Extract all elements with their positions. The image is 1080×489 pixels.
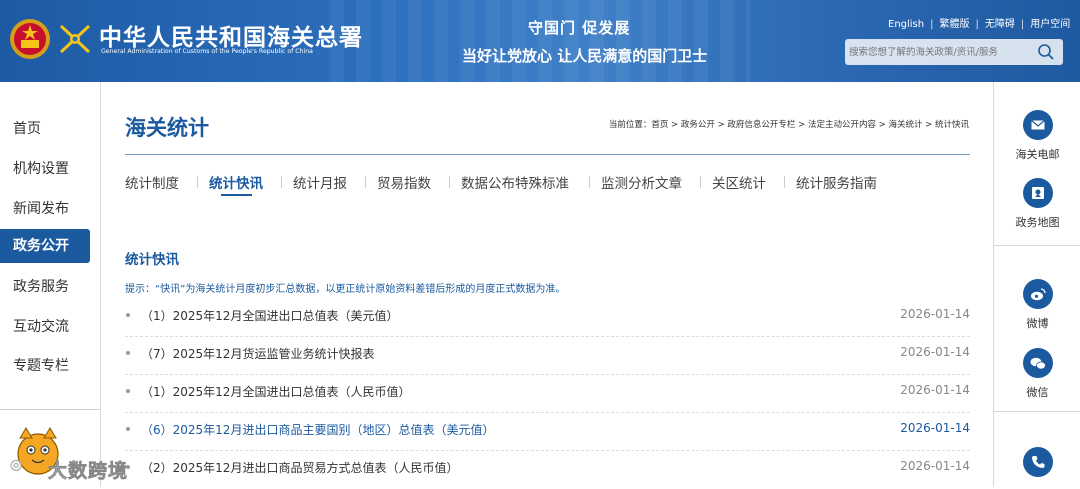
list-item-title[interactable]: （1）2025年12月全国进出口总值表（美元值）: [141, 307, 398, 324]
nav-item-government-affairs[interactable]: 政务公开: [0, 229, 90, 263]
tab-statistics-flash[interactable]: 统计快讯: [209, 172, 263, 192]
user-space-link[interactable]: 用户空间: [1030, 19, 1070, 30]
tab-special-standard[interactable]: 数据公布特殊标准: [461, 172, 569, 192]
section-title: 统计快讯: [125, 252, 179, 268]
tab-statistics-system[interactable]: 统计制度: [125, 172, 179, 192]
national-emblem-icon[interactable]: [9, 16, 51, 62]
tab-separator: [281, 176, 282, 188]
english-link[interactable]: English: [888, 19, 924, 30]
page-title: 海关统计: [125, 115, 209, 140]
title-divider: [125, 154, 970, 155]
tab-service-guide[interactable]: 统计服务指南: [796, 172, 877, 192]
rb-label: 海关电邮: [1015, 148, 1060, 161]
nav-item-news[interactable]: 新闻发布: [0, 192, 90, 226]
list-item-title[interactable]: （6）2025年12月进出口商品主要国别（地区）总值表（美元值）: [141, 421, 494, 438]
tip-text: 提示：“快讯”为海关统计月度初步汇总数据，以更正统计原始资料差错后形成的月度正式…: [125, 284, 566, 295]
tab-district-statistics[interactable]: 关区统计: [712, 172, 766, 192]
breadcrumb[interactable]: 当前位置：首页 > 政务公开 > 政府信息公开专栏 > 法定主动公开内容 > 海…: [609, 118, 969, 130]
tab-separator: [700, 176, 701, 188]
link-separator: |: [975, 19, 979, 30]
site-header: 中华人民共和国海关总署 General Administration of Cu…: [0, 0, 1080, 82]
wechat-link[interactable]: 微信: [994, 348, 1080, 400]
nav-item-topics[interactable]: 专题专栏: [0, 349, 90, 383]
slogan-line2: 当好让党放心 让人民满意的国门卫士: [462, 47, 708, 65]
list-item-title[interactable]: （7）2025年12月货运监管业务统计快报表: [141, 345, 374, 362]
rb-divider: [994, 411, 1080, 412]
search-input[interactable]: [849, 44, 1029, 60]
watermark-text: 大数跨境: [48, 460, 129, 483]
list-item[interactable]: （2）2025年12月进出口商品贸易方式总值表（人民币值） 2026-01-14: [125, 451, 970, 489]
rb-label: 微信: [1026, 386, 1049, 399]
rb-label: 政务地图: [1015, 216, 1060, 229]
site-subtitle: General Administration of Customs of the…: [101, 48, 313, 55]
bullet-icon: [126, 313, 130, 317]
slogan-line1: 守国门 促发展: [528, 19, 631, 37]
list-item-date: 2026-01-14: [900, 421, 970, 435]
link-separator: |: [1020, 19, 1025, 30]
government-map-link[interactable]: 政务地图: [994, 178, 1080, 230]
tab-monthly-report[interactable]: 统计月报: [293, 172, 347, 192]
rb-label: 微博: [1026, 317, 1049, 330]
header-background: [330, 0, 750, 82]
search-icon[interactable]: [1037, 43, 1055, 61]
nav-item-interaction[interactable]: 互动交流: [0, 310, 90, 344]
tab-separator: [784, 176, 785, 188]
traditional-link[interactable]: 繁體版: [939, 19, 969, 30]
accessibility-link[interactable]: 无障碍: [985, 19, 1015, 30]
tab-separator: [365, 176, 366, 188]
weibo-link[interactable]: 微博: [994, 279, 1080, 331]
tab-trade-index[interactable]: 贸易指数: [377, 172, 431, 192]
top-links: English | 繁體版 | 无障碍 | 用户空间: [888, 15, 1070, 30]
tab-separator: [589, 176, 590, 188]
nav-item-services[interactable]: 政务服务: [0, 270, 90, 304]
main-content: 海关统计 当前位置：首页 > 政务公开 > 政府信息公开专栏 > 法定主动公开内…: [101, 82, 993, 487]
list-item-date: 2026-01-14: [900, 345, 970, 359]
site-title[interactable]: 中华人民共和国海关总署: [99, 18, 363, 52]
bullet-icon: [126, 389, 130, 393]
map-icon: [1022, 178, 1053, 208]
list-item-date: 2026-01-14: [900, 459, 970, 473]
customs-email-link[interactable]: 海关电邮: [994, 110, 1080, 162]
phone-link[interactable]: [994, 447, 1080, 477]
tab-separator: [197, 176, 198, 188]
watermark-ring: ◎: [10, 457, 23, 474]
bullet-icon: [126, 351, 130, 355]
nav-item-home[interactable]: 首页: [0, 112, 90, 146]
mail-icon: [1022, 110, 1053, 140]
right-sidebar: 海关电邮 政务地图 微博 微信: [993, 82, 1080, 487]
list-item[interactable]: （6）2025年12月进出口商品主要国别（地区）总值表（美元值） 2026-01…: [125, 413, 970, 451]
tab-separator: [449, 176, 450, 188]
weibo-icon: [1022, 279, 1053, 309]
list-item-date: 2026-01-14: [900, 383, 970, 397]
tab-analysis-articles[interactable]: 监测分析文章: [601, 172, 682, 192]
wechat-icon: [1022, 348, 1053, 378]
list-item-title[interactable]: （2）2025年12月进出口商品贸易方式总值表（人民币值）: [141, 459, 458, 476]
rb-divider: [994, 245, 1080, 246]
list-item-title[interactable]: （1）2025年12月全国进出口总值表（人民币值）: [141, 383, 410, 400]
phone-icon: [1022, 447, 1053, 477]
active-tab-underline: [221, 194, 252, 196]
list-item[interactable]: （1）2025年12月全国进出口总值表（人民币值） 2026-01-14: [125, 375, 970, 413]
list-item[interactable]: （1）2025年12月全国进出口总值表（美元值） 2026-01-14: [125, 299, 970, 337]
nav-divider: [0, 409, 101, 410]
list-item[interactable]: （7）2025年12月货运监管业务统计快报表 2026-01-14: [125, 337, 970, 375]
list-item-date: 2026-01-14: [900, 307, 970, 321]
customs-logo-icon[interactable]: [57, 22, 93, 56]
link-separator: |: [930, 19, 934, 30]
nav-item-organization[interactable]: 机构设置: [0, 152, 90, 186]
search-box: [845, 39, 1063, 65]
